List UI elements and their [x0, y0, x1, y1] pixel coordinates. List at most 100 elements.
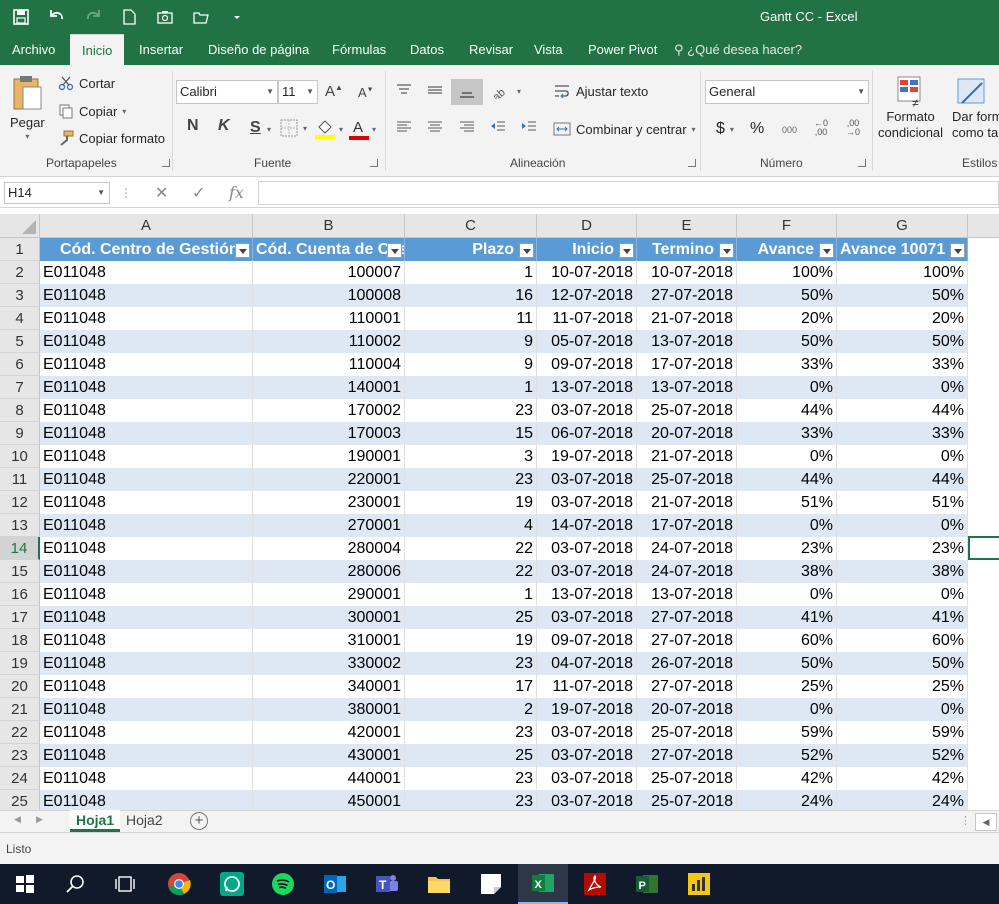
- cell-col-a[interactable]: E011048: [40, 307, 253, 330]
- text-orientation-icon[interactable]: ab ▾: [492, 83, 521, 99]
- cell-col-g[interactable]: 38%: [837, 560, 968, 583]
- tab-revisar[interactable]: Revisar: [465, 34, 517, 65]
- row-header[interactable]: 6: [0, 353, 40, 376]
- sticky-notes-icon[interactable]: [466, 864, 516, 904]
- name-box[interactable]: H14 ▼: [4, 182, 110, 204]
- prev-sheet-icon[interactable]: ◀: [14, 814, 21, 825]
- cell-col-b[interactable]: 270001: [253, 514, 405, 537]
- cell-col-g[interactable]: 100%: [837, 261, 968, 284]
- borders-button[interactable]: ▾: [280, 119, 307, 137]
- cell-col-f[interactable]: 0%: [737, 376, 837, 399]
- decrease-font-icon[interactable]: A▼: [358, 85, 374, 100]
- font-launcher-icon[interactable]: [370, 159, 378, 167]
- cell-col-e[interactable]: 17-07-2018: [637, 514, 737, 537]
- row-header[interactable]: 17: [0, 606, 40, 629]
- cell-col-d[interactable]: 03-07-2018: [537, 468, 637, 491]
- row-header[interactable]: 3: [0, 284, 40, 307]
- cell-col-a[interactable]: E011048: [40, 491, 253, 514]
- cell-col-e[interactable]: 27-07-2018: [637, 284, 737, 307]
- row-header[interactable]: 12: [0, 491, 40, 514]
- cell-col-g[interactable]: 0%: [837, 698, 968, 721]
- cell-col-d[interactable]: 09-07-2018: [537, 629, 637, 652]
- cell-col-g[interactable]: 52%: [837, 744, 968, 767]
- row-header[interactable]: 10: [0, 445, 40, 468]
- filter-dropdown-icon[interactable]: [719, 243, 734, 258]
- cell-col-b[interactable]: 170003: [253, 422, 405, 445]
- cell-col-c[interactable]: 19: [405, 629, 537, 652]
- cell-col-f[interactable]: 38%: [737, 560, 837, 583]
- cell-col-f[interactable]: 50%: [737, 330, 837, 353]
- cell-col-c[interactable]: 9: [405, 330, 537, 353]
- cell-col-d[interactable]: 19-07-2018: [537, 445, 637, 468]
- cell-col-a[interactable]: E011048: [40, 721, 253, 744]
- cell-col-c[interactable]: 23: [405, 399, 537, 422]
- cell-col-g[interactable]: 0%: [837, 445, 968, 468]
- underline-button[interactable]: S: [250, 119, 261, 137]
- cell-col-f[interactable]: 33%: [737, 353, 837, 376]
- cell-col-g[interactable]: 33%: [837, 422, 968, 445]
- cell-col-b[interactable]: 280004: [253, 537, 405, 560]
- cell-col-a[interactable]: E011048: [40, 399, 253, 422]
- row-header[interactable]: 8: [0, 399, 40, 422]
- cut-button[interactable]: Cortar: [58, 75, 115, 91]
- teams-icon[interactable]: T: [362, 864, 412, 904]
- cell-col-e[interactable]: 21-07-2018: [637, 445, 737, 468]
- row-header[interactable]: 1: [0, 238, 40, 261]
- cell-col-e[interactable]: 13-07-2018: [637, 583, 737, 606]
- cell-col-d[interactable]: 03-07-2018: [537, 491, 637, 514]
- cell-col-e[interactable]: 13-07-2018: [637, 330, 737, 353]
- row-header[interactable]: 24: [0, 767, 40, 790]
- cell-col-d[interactable]: 03-07-2018: [537, 790, 637, 810]
- acrobat-icon[interactable]: [570, 864, 620, 904]
- whatsapp-icon[interactable]: [207, 864, 257, 904]
- cell-col-e[interactable]: 20-07-2018: [637, 698, 737, 721]
- cell-col-a[interactable]: E011048: [40, 560, 253, 583]
- cell-col-d[interactable]: 14-07-2018: [537, 514, 637, 537]
- cell-col-c[interactable]: 17: [405, 675, 537, 698]
- cell-col-f[interactable]: 25%: [737, 675, 837, 698]
- fill-color-button[interactable]: [314, 117, 336, 139]
- cell-col-e[interactable]: 17-07-2018: [637, 353, 737, 376]
- thousands-separator-button[interactable]: 000: [782, 125, 797, 135]
- cell-col-e[interactable]: 27-07-2018: [637, 629, 737, 652]
- cell-col-a[interactable]: E011048: [40, 376, 253, 399]
- row-header[interactable]: 22: [0, 721, 40, 744]
- row-header[interactable]: 23: [0, 744, 40, 767]
- filter-dropdown-icon[interactable]: [387, 243, 402, 258]
- cell-col-b[interactable]: 100008: [253, 284, 405, 307]
- cell-col-b[interactable]: 310001: [253, 629, 405, 652]
- cell-col-a[interactable]: E011048: [40, 445, 253, 468]
- cell-col-c[interactable]: 23: [405, 721, 537, 744]
- column-header-c[interactable]: C: [405, 214, 537, 238]
- tab-inicio[interactable]: Inicio: [70, 34, 125, 66]
- cell-col-e[interactable]: 21-07-2018: [637, 307, 737, 330]
- cell-col-d[interactable]: 10-07-2018: [537, 261, 637, 284]
- tell-me-box[interactable]: ⚲ ¿Qué desea hacer?: [674, 34, 802, 65]
- cell-col-g[interactable]: 0%: [837, 583, 968, 606]
- row-header[interactable]: 7: [0, 376, 40, 399]
- underline-dropdown-icon[interactable]: ▾: [267, 125, 271, 134]
- cell-col-a[interactable]: E011048: [40, 629, 253, 652]
- cell-col-g[interactable]: 44%: [837, 468, 968, 491]
- cell-col-a[interactable]: E011048: [40, 675, 253, 698]
- cell-col-a[interactable]: E011048: [40, 422, 253, 445]
- cell-col-a[interactable]: E011048: [40, 468, 253, 491]
- cell-col-e[interactable]: 21-07-2018: [637, 491, 737, 514]
- chrome-icon[interactable]: [154, 864, 204, 904]
- cell-col-d[interactable]: 03-07-2018: [537, 560, 637, 583]
- row-header[interactable]: 4: [0, 307, 40, 330]
- search-icon[interactable]: [50, 864, 100, 904]
- cell-col-d[interactable]: 05-07-2018: [537, 330, 637, 353]
- format-painter-button[interactable]: Copiar formato: [58, 130, 165, 146]
- outlook-icon[interactable]: O: [310, 864, 360, 904]
- cell-col-a[interactable]: E011048: [40, 261, 253, 284]
- cell-col-f[interactable]: 59%: [737, 721, 837, 744]
- cell-col-g[interactable]: 41%: [837, 606, 968, 629]
- cell-col-c[interactable]: 19: [405, 491, 537, 514]
- cell-col-f[interactable]: 50%: [737, 652, 837, 675]
- row-header[interactable]: 19: [0, 652, 40, 675]
- cell-col-a[interactable]: E011048: [40, 583, 253, 606]
- cell-col-f[interactable]: 20%: [737, 307, 837, 330]
- table-header-cell[interactable]: Cód. Cuenta de Cos: [253, 238, 405, 261]
- worksheet-grid[interactable]: A B C D E F G 1 2 3 4 5 6 7 8 9 10 11 12 13 14 15 16 17 18 19 20 21…: [0, 214, 999, 810]
